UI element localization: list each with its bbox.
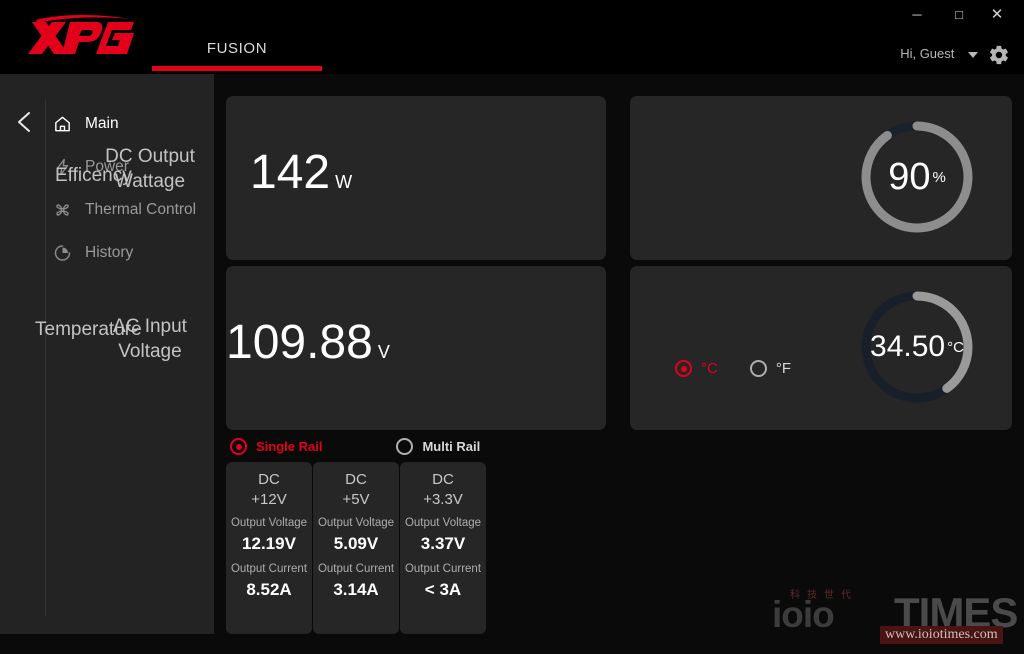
sidebar-item-thermal-control[interactable]: Thermal Control: [52, 195, 212, 225]
app-window: FUSION ─ □ ✕ Hi, Guest Main Power Therma…: [0, 0, 1024, 654]
rail-current-caption: Output Current: [404, 563, 482, 575]
efficiency-gauge: 90%: [857, 117, 977, 237]
tab-fusion-label: FUSION: [206, 40, 268, 57]
sidebar-item-main[interactable]: Main: [52, 109, 212, 139]
single-rail-label: Single Rail: [256, 439, 323, 454]
temperature-unit: °C: [947, 338, 964, 356]
clock-icon: [52, 243, 76, 263]
temperature-unit-fahrenheit-radio[interactable]: °F: [749, 360, 792, 377]
minimize-button[interactable]: ─: [894, 0, 940, 30]
sidebar-item-main-label: Main: [85, 115, 119, 132]
temperature-gauge: 34.50 °C: [857, 287, 977, 407]
rail-name: +3.3V: [423, 491, 463, 508]
sidebar-item-thermal-control-label: Thermal Control: [85, 201, 197, 218]
rail-voltage-value: 3.37V: [420, 534, 466, 553]
xpg-logo: [22, 14, 142, 60]
temperature-unit-celsius-label: °C: [701, 360, 718, 377]
home-icon: [52, 114, 76, 134]
rail-voltage-caption: Output Voltage: [230, 517, 308, 529]
temperature-value: 34.50 °C: [857, 287, 977, 407]
tab-bar: FUSION: [152, 40, 492, 74]
efficiency-unit: %: [932, 168, 946, 186]
rail-voltage-value: 12.19V: [242, 534, 296, 553]
rail-dc-label: DC: [345, 471, 367, 488]
rail-current-value: 8.52A: [246, 580, 292, 599]
single-rail-radio[interactable]: Single Rail: [230, 438, 322, 455]
rail-current-caption: Output Current: [317, 563, 395, 575]
multi-rail-radio[interactable]: Multi Rail: [396, 438, 480, 455]
rail-mode-radio-group: Single Rail Multi Rail: [230, 438, 480, 455]
efficiency-number: 90: [888, 155, 931, 198]
rail-voltage-caption: Output Voltage: [404, 517, 482, 529]
fan-icon: [52, 200, 76, 220]
temperature-number: 34.50: [870, 330, 946, 363]
watermark: 科技世代 ioio TIMES www.ioiotimes.com: [772, 586, 1018, 644]
efficiency-label: Efficency: [55, 165, 132, 186]
radio-dot-icon: [230, 438, 247, 455]
dc-output-wattage-unit: W: [335, 172, 353, 192]
close-button[interactable]: ✕: [974, 0, 1020, 30]
sidebar-item-history-label: History: [85, 244, 134, 261]
user-label: Hi, Guest: [900, 46, 955, 61]
tab-fusion[interactable]: FUSION: [152, 40, 322, 74]
temperature-unit-fahrenheit-label: °F: [775, 360, 792, 377]
rail-current-caption: Output Current: [230, 563, 308, 575]
rail-card: DC +12V Output Voltage 12.19V Output Cur…: [226, 462, 312, 634]
multi-rail-label: Multi Rail: [422, 439, 481, 454]
radio-dot-icon: [749, 360, 767, 377]
efficiency-value: 90%: [857, 117, 977, 237]
user-menu[interactable]: Hi, Guest: [900, 46, 978, 66]
rail-name: +5V: [342, 491, 370, 508]
rail-dc-label: DC: [258, 471, 280, 488]
rail-dc-label: DC: [432, 471, 454, 488]
watermark-url: www.ioiotimes.com: [880, 626, 1003, 644]
rail-voltage-caption: Output Voltage: [317, 517, 395, 529]
chevron-down-icon: [968, 51, 978, 58]
rail-voltage-value: 5.09V: [333, 534, 379, 553]
rail-name: +12V: [251, 491, 287, 508]
rail-card: DC +5V Output Voltage 5.09V Output Curre…: [313, 462, 399, 634]
ac-input-voltage-unit: V: [377, 342, 390, 362]
sidebar-item-history[interactable]: History: [52, 238, 212, 268]
tab-active-indicator: [152, 66, 322, 71]
rail-card: DC +3.3V Output Voltage 3.37V Output Cur…: [400, 462, 486, 634]
radio-dot-icon: [396, 438, 414, 455]
radio-dot-icon: [675, 360, 692, 377]
gear-icon[interactable]: [988, 44, 1010, 66]
watermark-ioio: ioio: [772, 594, 835, 635]
rail-current-value: 3.14A: [333, 580, 379, 599]
temperature-unit-radio-group: °C °F: [675, 360, 791, 377]
temperature-unit-celsius-radio[interactable]: °C: [675, 360, 718, 377]
title-bar: FUSION ─ □ ✕ Hi, Guest: [0, 0, 1024, 74]
chevron-left-icon[interactable]: [12, 109, 36, 135]
temperature-label: Temperature: [35, 319, 142, 340]
rail-current-value: < 3A: [424, 580, 462, 599]
